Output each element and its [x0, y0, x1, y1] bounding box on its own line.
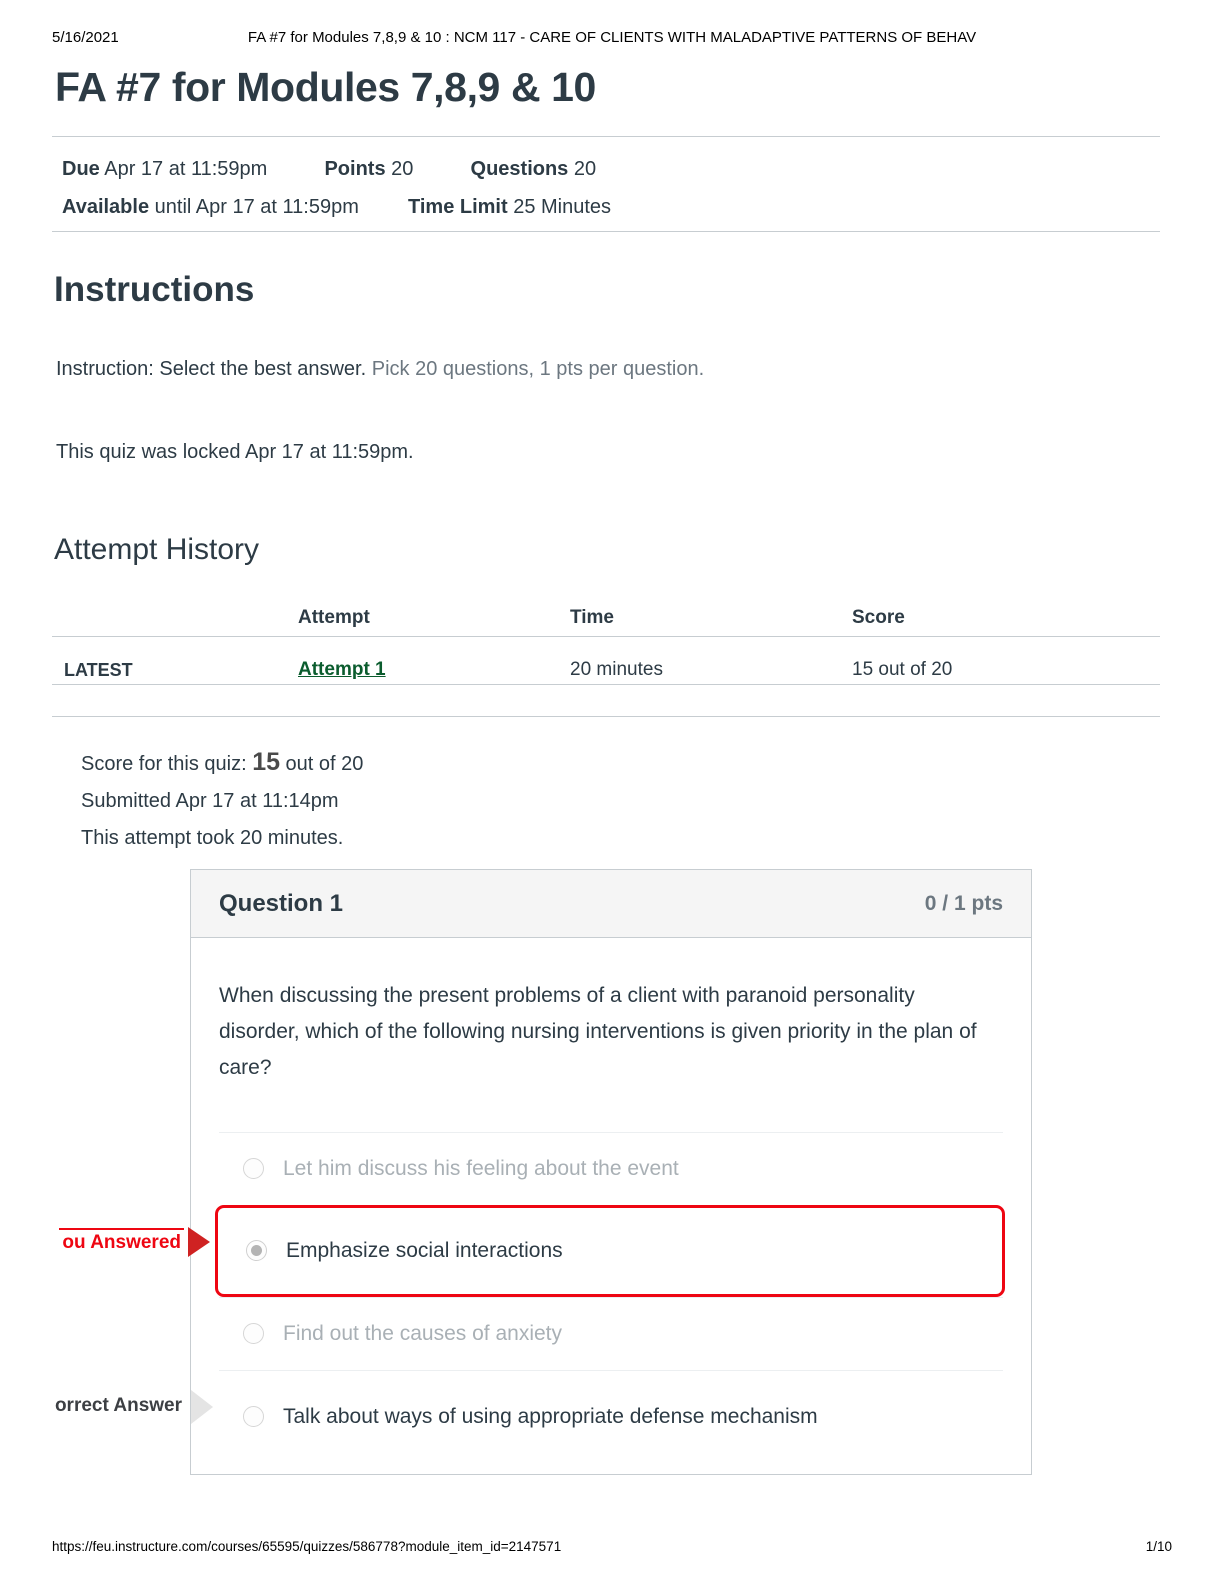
duration-line: This attempt took 20 minutes. — [81, 827, 344, 849]
attempt-time: 20 minutes — [570, 659, 663, 680]
answer-option-selected[interactable]: ou Answered Emphasize social interaction… — [59, 1205, 1005, 1297]
arrow-right-icon — [188, 1227, 210, 1257]
points-label: Points — [324, 158, 386, 180]
question-text: When discussing the present problems of … — [219, 984, 977, 1079]
quiz-meta-row-2: Available until Apr 17 at 11:59pm Time L… — [62, 188, 611, 226]
answer-option-label: Talk about ways of using appropriate def… — [283, 1405, 818, 1428]
page-title: FA #7 for Modules 7,8,9 & 10 — [55, 64, 596, 110]
available-value: until Apr 17 at 11:59pm — [154, 196, 359, 218]
table-divider-bottom — [52, 716, 1160, 717]
score-suffix: out of 20 — [280, 753, 364, 775]
question-points: 0 / 1 pts — [924, 892, 1003, 915]
instructions-text-muted: Pick 20 questions, 1 pts per question. — [366, 358, 705, 380]
answer-option-correct[interactable]: orrect Answer Talk about ways of using a… — [55, 1371, 1003, 1463]
table-header-row: Attempt Time Score — [52, 596, 1160, 640]
time-limit-label: Time Limit — [408, 196, 508, 218]
column-header-score: Score — [852, 607, 905, 628]
attempt-history-heading: Attempt History — [54, 533, 260, 566]
answer-option-label: Find out the causes of anxiety — [283, 1322, 562, 1345]
score-prefix: Score for this quiz: — [81, 753, 253, 775]
due-label: Due — [62, 158, 100, 180]
arrow-right-icon — [191, 1390, 213, 1424]
score-summary: Score for this quiz: 15 out of 20 Submit… — [81, 744, 363, 857]
answer-option[interactable]: Find out the causes of anxiety — [219, 1298, 1003, 1370]
question-title: Question 1 — [219, 890, 344, 917]
print-footer: https://feu.instructure.com/courses/6559… — [52, 1538, 1172, 1556]
instructions-text-strong: Instruction: Select the best answer. — [56, 358, 367, 380]
quiz-locked-notice: This quiz was locked Apr 17 at 11:59pm. — [56, 441, 414, 463]
attempt-link-cell[interactable]: Attempt 1 — [298, 648, 386, 692]
footer-page-number: 1/10 — [1145, 1539, 1172, 1554]
column-header-attempt: Attempt — [298, 607, 370, 628]
score-line: Score for this quiz: 15 out of 20 — [81, 744, 363, 783]
answer-option[interactable]: Let him discuss his feeling about the ev… — [219, 1133, 1003, 1205]
score-value: 15 — [252, 748, 280, 776]
footer-url: https://feu.instructure.com/courses/6559… — [52, 1539, 562, 1554]
table-row: LATEST Attempt 1 20 minutes 15 out of 20 — [52, 648, 1160, 692]
table-divider-header — [52, 636, 1160, 637]
radio-icon[interactable] — [243, 1406, 264, 1427]
you-answered-label: ou Answered — [59, 1228, 184, 1256]
due-value: Apr 17 at 11:59pm — [104, 158, 268, 180]
attempt-1-link[interactable]: Attempt 1 — [298, 659, 386, 680]
available-label: Available — [62, 196, 150, 218]
answer-options: Let him discuss his feeling about the ev… — [55, 1132, 1005, 1463]
divider-meta-bottom — [52, 231, 1160, 232]
radio-icon[interactable] — [243, 1323, 264, 1344]
answer-option-label: Emphasize social interactions — [286, 1239, 563, 1262]
latest-badge: LATEST — [64, 660, 133, 680]
divider-top — [52, 136, 1160, 137]
answer-option-label: Let him discuss his feeling about the ev… — [283, 1157, 679, 1180]
quiz-meta-row-1: Due Apr 17 at 11:59pm Points 20 Question… — [62, 150, 611, 188]
attempt-history-table: Attempt Time Score LATEST Attempt 1 20 m… — [52, 596, 1160, 692]
instructions-text: Instruction: Select the best answer. Pic… — [56, 358, 704, 381]
submitted-line: Submitted Apr 17 at 11:14pm — [81, 790, 339, 812]
instructions-heading: Instructions — [54, 270, 255, 309]
column-header-time: Time — [570, 607, 615, 628]
correct-answer-label: orrect Answer — [54, 1395, 182, 1416]
points-value: 20 — [391, 158, 414, 180]
time-limit-value: 25 Minutes — [513, 196, 612, 218]
radio-icon[interactable] — [243, 1158, 264, 1179]
radio-icon-selected[interactable] — [246, 1240, 267, 1261]
question-card: Question 1 0 / 1 pts When discussing the… — [55, 869, 1032, 1475]
print-page-title: FA #7 for Modules 7,8,9 & 10 : NCM 117 -… — [247, 29, 977, 46]
questions-label: Questions — [470, 158, 569, 180]
quiz-meta: Due Apr 17 at 11:59pm Points 20 Question… — [62, 150, 611, 226]
print-header: 5/16/2021 FA #7 for Modules 7,8,9 & 10 :… — [52, 28, 1172, 48]
question-header: Question 1 0 / 1 pts — [191, 870, 1031, 938]
table-divider-row — [52, 684, 1160, 685]
attempt-score: 15 out of 20 — [852, 659, 953, 680]
questions-value: 20 — [573, 158, 597, 180]
